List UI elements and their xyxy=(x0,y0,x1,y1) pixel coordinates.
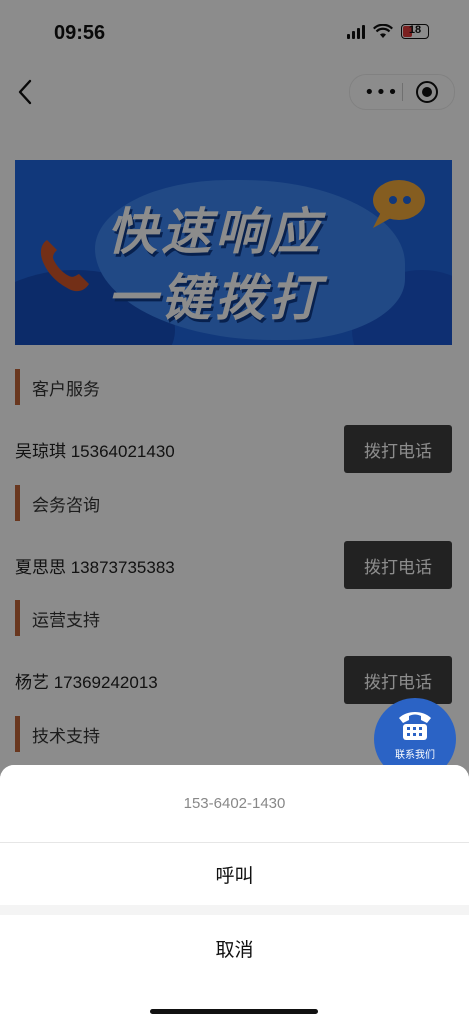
phone-number-display: 153-6402-1430 xyxy=(0,765,469,842)
call-action-sheet: 153-6402-1430 呼叫 取消 xyxy=(0,765,469,1024)
cancel-button[interactable]: 取消 xyxy=(0,915,469,1024)
fab-label: 联系我们 xyxy=(395,750,435,761)
home-indicator[interactable] xyxy=(150,1009,318,1014)
telephone-icon xyxy=(399,712,431,740)
cancel-label: 取消 xyxy=(215,939,254,961)
call-confirm-button[interactable]: 呼叫 xyxy=(0,843,469,905)
